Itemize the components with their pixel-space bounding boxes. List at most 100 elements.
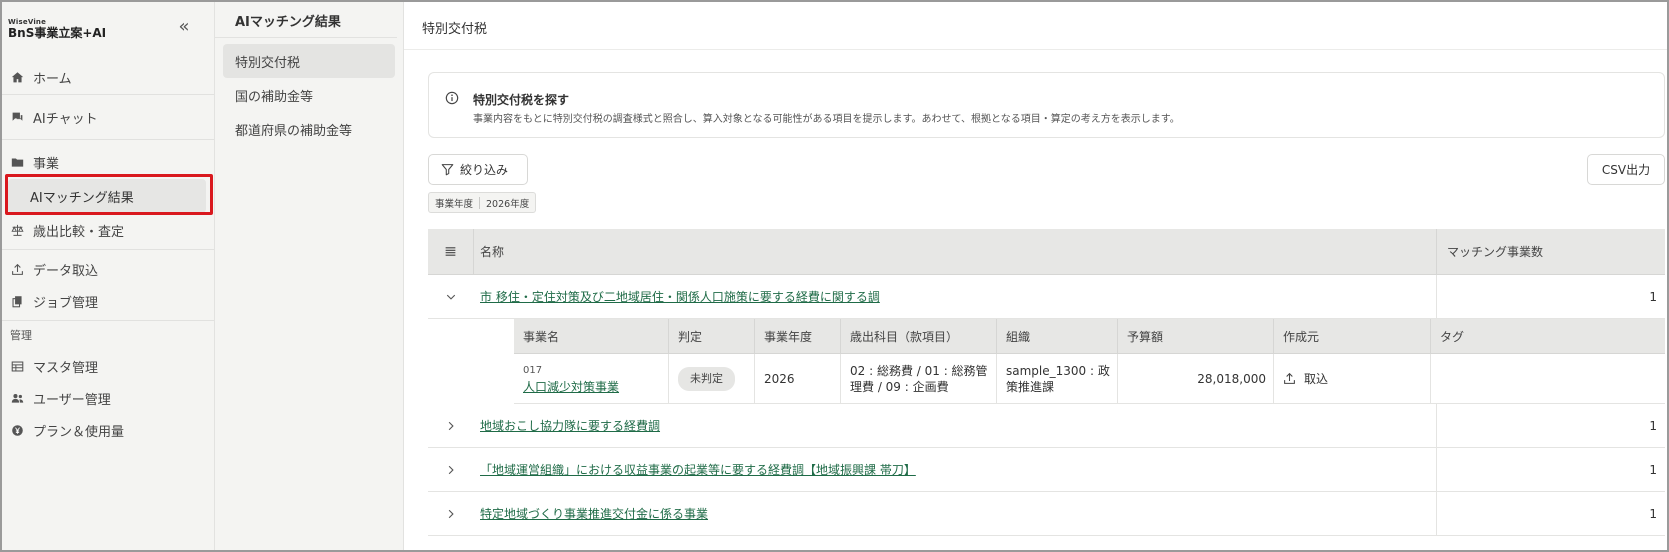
sidebar-item-projects[interactable]: 事業 [2,145,214,179]
organization-line: sample_1300 : 政 [1006,363,1110,378]
main-nav: ホーム AIチャット 事業 AIマッチング結果 歳出比較・査定 データ取込 ジョ… [2,60,214,447]
results-table: 名称 マッチング事業数 市 移住・定住対策及び二地域居住・関係人口施策に要する経… [428,229,1665,536]
row-count: 1 [1649,506,1657,521]
submenu-panel: AIマッチング結果 特別交付税 国の補助金等 都道府県の補助金等 [215,2,404,550]
submenu-item-national-subsidy[interactable]: 国の補助金等 [223,78,395,112]
expand-row-button[interactable] [428,492,474,535]
row-name-cell: 特定地域づくり事業推進交付金に係る事業 [474,492,1437,535]
row-name-cell: 「地域運営組織」における収益事業の起業等に要する経費調【地域振興課 帯刀】 [474,448,1437,491]
judgement-badge: 未判定 [678,366,735,391]
expand-row-button[interactable] [428,448,474,491]
sub-table-row: 017 人口減少対策事業 未判定 2026 02 : 総務費 / 01 : 総務… [514,354,1665,404]
divider [2,94,214,95]
row-name-link[interactable]: 地域おこし協力隊に要する経費調 [480,417,660,434]
filter-chip-fiscal-year[interactable]: 事業年度 2026年度 [428,192,537,213]
collapse-row-button[interactable] [428,275,474,318]
sidebar-item-label: 歳出比較・査定 [33,224,125,240]
sidebar-item-plan-usage[interactable]: プラン＆使用量 [2,413,214,447]
chip-value: 2026年度 [486,198,530,210]
filter-icon [441,164,454,176]
sidebar-item-label: ホーム [33,71,72,87]
filter-label: 絞り込み [460,163,509,177]
row-name-link[interactable]: 特定地域づくり事業推進交付金に係る事業 [480,505,708,522]
filter-button[interactable]: 絞り込み [428,154,528,185]
row-count: 1 [1649,289,1657,304]
sidebar-item-label: プラン＆使用量 [33,424,125,440]
yen-icon [10,423,24,437]
info-icon [445,91,459,105]
account-line: 理費 / 09 : 企画費 [850,379,949,394]
list-icon [445,247,456,256]
source-cell: 取込 [1274,354,1431,403]
sidebar-item-label: ジョブ管理 [33,295,99,311]
folder-icon [10,155,24,169]
sidebar-item-master-management[interactable]: マスタ管理 [2,349,214,383]
sidebar-item-user-management[interactable]: ユーザー管理 [2,381,214,415]
table-icon [10,359,24,373]
sidebar: WiseVine BnS事業立案+AI « ホーム AIチャット 事業 AIマッ… [2,2,215,550]
organization-line: 策推進課 [1006,379,1055,394]
sidebar-item-data-import[interactable]: データ取込 [2,252,214,286]
sidebar-item-home[interactable]: ホーム [2,60,214,94]
column-header-name[interactable]: 名称 [474,229,1437,274]
row-count: 1 [1649,462,1657,477]
project-name-link[interactable]: 人口減少対策事業 [523,380,619,394]
scale-icon [10,223,24,237]
main-content: 特別交付税 特別交付税を探す 事業内容をもとに特別交付税の調査様式と照合し、算入… [404,2,1667,550]
chevron-right-icon [448,509,454,518]
tag-cell [1431,354,1665,403]
year-cell: 2026 [755,354,841,403]
sub-header-organization[interactable]: 組織 [997,319,1118,353]
expand-row-button[interactable] [428,404,474,447]
upload-icon [10,262,24,276]
column-header-count[interactable]: マッチング事業数 [1437,229,1665,274]
table-row: 地域おこし協力隊に要する経費調 1 [428,404,1665,448]
info-title: 特別交付税を探す [473,93,570,107]
table-row: 特定地域づくり事業推進交付金に係る事業 1 [428,492,1665,536]
sidebar-item-ai-matching[interactable]: AIマッチング結果 [8,179,206,213]
sidebar-item-job-management[interactable]: ジョブ管理 [2,284,214,318]
source-label: 取込 [1304,371,1329,386]
column-settings-button[interactable] [428,229,474,274]
sub-header-project-name[interactable]: 事業名 [514,319,669,353]
copy-icon [10,294,24,308]
judgement-cell: 未判定 [669,354,755,403]
sub-header-judgement[interactable]: 判定 [669,319,755,353]
submenu-item-special-grant-tax[interactable]: 特別交付税 [223,44,395,78]
divider [2,249,214,250]
sidebar-item-label: マスタ管理 [33,360,99,376]
sub-header-tag[interactable]: タグ [1431,319,1665,353]
table-header: 名称 マッチング事業数 [428,229,1665,275]
account-line: 02 : 総務費 / 01 : 総務管 [850,363,988,378]
sidebar-item-label: AIチャット [33,111,98,127]
logo-product: BnS事業立案+AI [8,26,107,40]
row-count: 1 [1649,418,1657,433]
row-name-cell: 地域おこし協力隊に要する経費調 [474,404,1437,447]
sub-header-account[interactable]: 歳出科目（款項目） [841,319,997,353]
sidebar-item-expenditure-compare[interactable]: 歳出比較・査定 [2,213,214,247]
organization-cell: sample_1300 : 政 策推進課 [997,354,1118,403]
chip-key: 事業年度 [435,198,474,210]
submenu-item-prefectural-subsidy[interactable]: 都道府県の補助金等 [223,112,395,146]
sub-header-budget[interactable]: 予算額 [1118,319,1274,353]
row-name-link[interactable]: 市 移住・定住対策及び二地域居住・関係人口施策に要する経費に関する調 [480,288,880,305]
table-row: 「地域運営組織」における収益事業の起業等に要する経費調【地域振興課 帯刀】 1 [428,448,1665,492]
sub-header-year[interactable]: 事業年度 [755,319,841,353]
chat-icon [10,110,24,124]
csv-export-button[interactable]: CSV出力 [1587,154,1665,185]
home-icon [10,70,24,84]
app-logo[interactable]: WiseVine BnS事業立案+AI [8,18,106,41]
info-card: 特別交付税を探す 事業内容をもとに特別交付税の調査様式と照合し、算入対象となる可… [428,72,1665,138]
row-name-link[interactable]: 「地域運営組織」における収益事業の起業等に要する経費調【地域振興課 帯刀】 [480,461,916,478]
sidebar-item-label: AIマッチング結果 [30,190,134,206]
sidebar-item-label: ユーザー管理 [33,392,111,408]
chevron-right-icon [448,421,454,430]
sub-header-source[interactable]: 作成元 [1274,319,1431,353]
sidebar-item-label: データ取込 [33,263,99,279]
chip-separator [479,196,481,209]
account-cell: 02 : 総務費 / 01 : 総務管 理費 / 09 : 企画費 [841,354,997,403]
collapse-sidebar-button[interactable]: « [172,16,196,40]
sidebar-item-ai-chat[interactable]: AIチャット [2,100,214,134]
budget-cell: 28,018,000 [1118,354,1274,403]
matched-projects-table: 事業名 判定 事業年度 歳出科目（款項目） 組織 予算額 作成元 タグ 017 … [514,319,1665,404]
